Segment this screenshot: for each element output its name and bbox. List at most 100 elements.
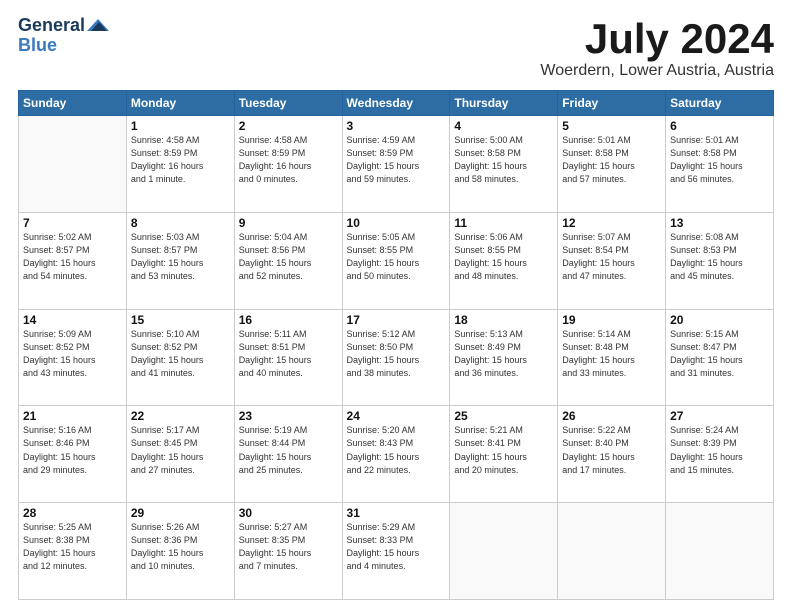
day-info: Sunrise: 5:25 AMSunset: 8:38 PMDaylight:… (23, 521, 122, 573)
weekday-header-monday: Monday (126, 91, 234, 116)
day-number: 11 (454, 216, 553, 230)
weekday-header-thursday: Thursday (450, 91, 558, 116)
day-info: Sunrise: 5:06 AMSunset: 8:55 PMDaylight:… (454, 231, 553, 283)
day-info: Sunrise: 5:08 AMSunset: 8:53 PMDaylight:… (670, 231, 769, 283)
day-info: Sunrise: 5:12 AMSunset: 8:50 PMDaylight:… (347, 328, 446, 380)
logo-blue: Blue (18, 36, 57, 56)
calendar-cell: 4Sunrise: 5:00 AMSunset: 8:58 PMDaylight… (450, 116, 558, 213)
page: General Blue July 2024 Woerdern, Lower A… (0, 0, 792, 612)
week-row-2: 7Sunrise: 5:02 AMSunset: 8:57 PMDaylight… (19, 212, 774, 309)
day-number: 6 (670, 119, 769, 133)
day-number: 10 (347, 216, 446, 230)
day-number: 16 (239, 313, 338, 327)
calendar-cell: 30Sunrise: 5:27 AMSunset: 8:35 PMDayligh… (234, 503, 342, 600)
day-number: 1 (131, 119, 230, 133)
month-title: July 2024 (540, 16, 774, 62)
calendar-cell: 21Sunrise: 5:16 AMSunset: 8:46 PMDayligh… (19, 406, 127, 503)
day-info: Sunrise: 5:10 AMSunset: 8:52 PMDaylight:… (131, 328, 230, 380)
day-info: Sunrise: 5:05 AMSunset: 8:55 PMDaylight:… (347, 231, 446, 283)
day-number: 23 (239, 409, 338, 423)
calendar-cell: 16Sunrise: 5:11 AMSunset: 8:51 PMDayligh… (234, 309, 342, 406)
calendar-cell: 18Sunrise: 5:13 AMSunset: 8:49 PMDayligh… (450, 309, 558, 406)
week-row-5: 28Sunrise: 5:25 AMSunset: 8:38 PMDayligh… (19, 503, 774, 600)
calendar-cell: 3Sunrise: 4:59 AMSunset: 8:59 PMDaylight… (342, 116, 450, 213)
day-info: Sunrise: 5:11 AMSunset: 8:51 PMDaylight:… (239, 328, 338, 380)
location: Woerdern, Lower Austria, Austria (540, 62, 774, 80)
day-info: Sunrise: 5:27 AMSunset: 8:35 PMDaylight:… (239, 521, 338, 573)
day-number: 28 (23, 506, 122, 520)
calendar-cell: 19Sunrise: 5:14 AMSunset: 8:48 PMDayligh… (558, 309, 666, 406)
day-number: 21 (23, 409, 122, 423)
day-number: 22 (131, 409, 230, 423)
calendar-cell: 22Sunrise: 5:17 AMSunset: 8:45 PMDayligh… (126, 406, 234, 503)
calendar-cell: 13Sunrise: 5:08 AMSunset: 8:53 PMDayligh… (666, 212, 774, 309)
calendar-cell (450, 503, 558, 600)
day-number: 30 (239, 506, 338, 520)
day-info: Sunrise: 5:22 AMSunset: 8:40 PMDaylight:… (562, 424, 661, 476)
calendar-cell: 15Sunrise: 5:10 AMSunset: 8:52 PMDayligh… (126, 309, 234, 406)
day-info: Sunrise: 4:58 AMSunset: 8:59 PMDaylight:… (239, 134, 338, 186)
day-number: 2 (239, 119, 338, 133)
weekday-header-wednesday: Wednesday (342, 91, 450, 116)
day-info: Sunrise: 5:07 AMSunset: 8:54 PMDaylight:… (562, 231, 661, 283)
day-number: 8 (131, 216, 230, 230)
calendar-cell (666, 503, 774, 600)
day-number: 15 (131, 313, 230, 327)
weekday-header-sunday: Sunday (19, 91, 127, 116)
day-number: 26 (562, 409, 661, 423)
day-number: 5 (562, 119, 661, 133)
day-info: Sunrise: 5:15 AMSunset: 8:47 PMDaylight:… (670, 328, 769, 380)
day-number: 7 (23, 216, 122, 230)
calendar-cell: 1Sunrise: 4:58 AMSunset: 8:59 PMDaylight… (126, 116, 234, 213)
week-row-3: 14Sunrise: 5:09 AMSunset: 8:52 PMDayligh… (19, 309, 774, 406)
calendar-cell: 5Sunrise: 5:01 AMSunset: 8:58 PMDaylight… (558, 116, 666, 213)
calendar-cell (558, 503, 666, 600)
calendar-cell: 10Sunrise: 5:05 AMSunset: 8:55 PMDayligh… (342, 212, 450, 309)
day-number: 27 (670, 409, 769, 423)
day-info: Sunrise: 4:58 AMSunset: 8:59 PMDaylight:… (131, 134, 230, 186)
day-info: Sunrise: 5:09 AMSunset: 8:52 PMDaylight:… (23, 328, 122, 380)
calendar-cell: 31Sunrise: 5:29 AMSunset: 8:33 PMDayligh… (342, 503, 450, 600)
day-number: 13 (670, 216, 769, 230)
calendar-cell: 23Sunrise: 5:19 AMSunset: 8:44 PMDayligh… (234, 406, 342, 503)
logo-icon (87, 17, 109, 33)
day-info: Sunrise: 5:13 AMSunset: 8:49 PMDaylight:… (454, 328, 553, 380)
day-info: Sunrise: 5:02 AMSunset: 8:57 PMDaylight:… (23, 231, 122, 283)
day-number: 14 (23, 313, 122, 327)
calendar-cell: 17Sunrise: 5:12 AMSunset: 8:50 PMDayligh… (342, 309, 450, 406)
weekday-header-tuesday: Tuesday (234, 91, 342, 116)
week-row-1: 1Sunrise: 4:58 AMSunset: 8:59 PMDaylight… (19, 116, 774, 213)
weekday-header-friday: Friday (558, 91, 666, 116)
day-number: 12 (562, 216, 661, 230)
day-info: Sunrise: 5:17 AMSunset: 8:45 PMDaylight:… (131, 424, 230, 476)
calendar-cell: 2Sunrise: 4:58 AMSunset: 8:59 PMDaylight… (234, 116, 342, 213)
calendar-cell: 20Sunrise: 5:15 AMSunset: 8:47 PMDayligh… (666, 309, 774, 406)
day-info: Sunrise: 5:21 AMSunset: 8:41 PMDaylight:… (454, 424, 553, 476)
day-info: Sunrise: 5:16 AMSunset: 8:46 PMDaylight:… (23, 424, 122, 476)
header: General Blue July 2024 Woerdern, Lower A… (18, 16, 774, 80)
day-number: 25 (454, 409, 553, 423)
day-number: 19 (562, 313, 661, 327)
day-number: 24 (347, 409, 446, 423)
calendar-cell: 7Sunrise: 5:02 AMSunset: 8:57 PMDaylight… (19, 212, 127, 309)
calendar-table: SundayMondayTuesdayWednesdayThursdayFrid… (18, 90, 774, 600)
day-info: Sunrise: 4:59 AMSunset: 8:59 PMDaylight:… (347, 134, 446, 186)
day-number: 4 (454, 119, 553, 133)
weekday-header-saturday: Saturday (666, 91, 774, 116)
logo-general: General (18, 16, 85, 36)
calendar-cell (19, 116, 127, 213)
logo: General Blue (18, 16, 109, 56)
day-number: 9 (239, 216, 338, 230)
day-number: 17 (347, 313, 446, 327)
calendar-cell: 24Sunrise: 5:20 AMSunset: 8:43 PMDayligh… (342, 406, 450, 503)
day-number: 31 (347, 506, 446, 520)
day-info: Sunrise: 5:29 AMSunset: 8:33 PMDaylight:… (347, 521, 446, 573)
day-number: 29 (131, 506, 230, 520)
calendar-cell: 11Sunrise: 5:06 AMSunset: 8:55 PMDayligh… (450, 212, 558, 309)
calendar-cell: 27Sunrise: 5:24 AMSunset: 8:39 PMDayligh… (666, 406, 774, 503)
day-info: Sunrise: 5:00 AMSunset: 8:58 PMDaylight:… (454, 134, 553, 186)
calendar-cell: 9Sunrise: 5:04 AMSunset: 8:56 PMDaylight… (234, 212, 342, 309)
day-info: Sunrise: 5:19 AMSunset: 8:44 PMDaylight:… (239, 424, 338, 476)
day-info: Sunrise: 5:03 AMSunset: 8:57 PMDaylight:… (131, 231, 230, 283)
day-info: Sunrise: 5:24 AMSunset: 8:39 PMDaylight:… (670, 424, 769, 476)
